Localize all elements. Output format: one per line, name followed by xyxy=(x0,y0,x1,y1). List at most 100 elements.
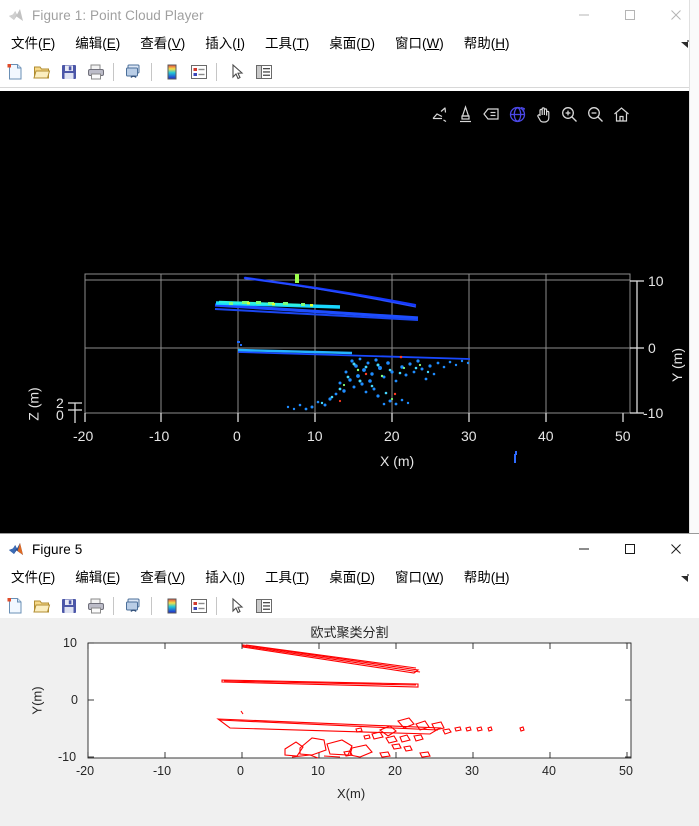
x-tick-label: 40 xyxy=(538,428,554,444)
x-tick-label: 10 xyxy=(311,764,325,778)
open-folder-icon[interactable] xyxy=(30,60,54,84)
data-tip-icon[interactable] xyxy=(479,103,503,125)
figure5-window-controls[interactable] xyxy=(561,534,699,564)
menu-file[interactable]: 文件(F) xyxy=(2,571,64,585)
euclidean-cluster-axes[interactable]: 欧式聚类分割 10 0 -10 Y(m) -20 -10 0 10 20 30 … xyxy=(0,618,699,826)
x-tick-label: 20 xyxy=(384,428,400,444)
menu-edit[interactable]: 编辑(E) xyxy=(66,37,129,51)
figure1-minimize-button[interactable] xyxy=(561,0,607,30)
y-axis-label: Y(m) xyxy=(29,686,45,715)
menu-help[interactable]: 帮助(H) xyxy=(455,571,519,585)
x-tick-label: 50 xyxy=(619,764,633,778)
pan-hand-icon[interactable] xyxy=(531,103,555,125)
rotate-3d-icon[interactable] xyxy=(505,103,529,125)
figure1-toolbar[interactable] xyxy=(0,57,699,88)
x-tick-label: -20 xyxy=(76,764,95,778)
menu-insert[interactable]: 插入(I) xyxy=(196,37,254,51)
toolbar-separator xyxy=(151,597,152,615)
zoom-out-icon[interactable] xyxy=(583,103,607,125)
z-axis-label: Z (m) xyxy=(25,387,42,421)
menu-file[interactable]: 文件(F) xyxy=(2,37,64,51)
menu-help[interactable]: 帮助(H) xyxy=(455,37,519,51)
menubar-overflow-icon[interactable] xyxy=(679,572,691,584)
y-tick-label: 0 xyxy=(71,693,78,707)
x-tick-label: 10 xyxy=(307,428,323,444)
menu-insert[interactable]: 插入(I) xyxy=(196,571,254,585)
z-tick-label: 0 xyxy=(56,407,64,423)
figure5-title: Figure 5 xyxy=(32,541,83,557)
menu-desktop[interactable]: 桌面(D) xyxy=(320,37,384,51)
printer-icon[interactable] xyxy=(84,594,108,618)
x-tick-label: 0 xyxy=(237,764,244,778)
x-axis-label: X(m) xyxy=(337,786,366,801)
background-window-sliver xyxy=(689,0,699,533)
toolbar-separator xyxy=(216,63,217,81)
y-tick-label: 0 xyxy=(648,340,656,356)
figure5-titlebar[interactable]: Figure 5 xyxy=(0,534,699,564)
y-tick-label: -10 xyxy=(58,750,77,764)
export-icon[interactable] xyxy=(427,103,451,125)
menu-edit[interactable]: 编辑(E) xyxy=(66,571,129,585)
figure1-menubar[interactable]: 文件(F) 编辑(E) 查看(V) 插入(I) 工具(T) 桌面(D) 窗口(W… xyxy=(0,30,699,57)
new-document-icon[interactable] xyxy=(3,594,27,618)
printer-icon[interactable] xyxy=(84,60,108,84)
arrow-pointer-icon[interactable] xyxy=(225,60,249,84)
plot-browser-icon[interactable] xyxy=(252,60,276,84)
link-plot-icon[interactable] xyxy=(122,594,146,618)
matlab-icon xyxy=(8,541,24,557)
axes-interaction-toolbar[interactable] xyxy=(427,103,633,125)
y-axis-label: Y (m) xyxy=(668,348,685,382)
figure1-maximize-button[interactable] xyxy=(607,0,653,30)
new-document-icon[interactable] xyxy=(3,60,27,84)
plot-browser-icon[interactable] xyxy=(252,594,276,618)
point-cloud-svg xyxy=(68,273,644,463)
figure1-window-controls[interactable] xyxy=(561,0,699,30)
figure5-maximize-button[interactable] xyxy=(607,534,653,564)
colorbar-icon[interactable] xyxy=(160,60,184,84)
x-tick-label: -20 xyxy=(73,428,94,444)
menu-window[interactable]: 窗口(W) xyxy=(386,37,453,51)
toolbar-separator xyxy=(113,63,114,81)
legend-icon[interactable] xyxy=(187,60,211,84)
figure1-title: Figure 1: Point Cloud Player xyxy=(32,7,204,23)
toolbar-separator xyxy=(151,63,152,81)
x-tick-label: -10 xyxy=(149,428,170,444)
link-plot-icon[interactable] xyxy=(122,60,146,84)
x-tick-label: 0 xyxy=(233,428,241,444)
x-axis-label: X (m) xyxy=(380,453,415,469)
menu-tools[interactable]: 工具(T) xyxy=(256,37,318,51)
x-tick-label: 30 xyxy=(461,428,477,444)
arrow-pointer-icon[interactable] xyxy=(225,594,249,618)
brush-icon[interactable] xyxy=(453,103,477,125)
figure1-titlebar[interactable]: Figure 1: Point Cloud Player xyxy=(0,0,699,30)
zoom-in-icon[interactable] xyxy=(557,103,581,125)
x-tick-label: 40 xyxy=(542,764,556,778)
toolbar-separator xyxy=(113,597,114,615)
figure1-window[interactable]: Figure 1: Point Cloud Player 文件(F) 编辑(E)… xyxy=(0,0,699,533)
x-tick-label: 30 xyxy=(465,764,479,778)
x-tick-label: -10 xyxy=(153,764,172,778)
y-tick-label: -10 xyxy=(643,405,664,421)
figure5-menubar[interactable]: 文件(F) 编辑(E) 查看(V) 插入(I) 工具(T) 桌面(D) 窗口(W… xyxy=(0,564,699,591)
menu-desktop[interactable]: 桌面(D) xyxy=(320,571,384,585)
figure5-close-button[interactable] xyxy=(653,534,699,564)
menu-view[interactable]: 查看(V) xyxy=(131,571,194,585)
figure5-minimize-button[interactable] xyxy=(561,534,607,564)
y-tick-label: 10 xyxy=(648,273,664,289)
menu-view[interactable]: 查看(V) xyxy=(131,37,194,51)
y-tick-label: 10 xyxy=(63,636,77,650)
matlab-icon xyxy=(8,7,24,23)
legend-icon[interactable] xyxy=(187,594,211,618)
menu-window[interactable]: 窗口(W) xyxy=(386,571,453,585)
colorbar-icon[interactable] xyxy=(160,594,184,618)
x-tick-label: 20 xyxy=(388,764,402,778)
point-cloud-axes[interactable]: -20 -10 0 10 20 30 40 50 X (m) 10 0 -10 … xyxy=(0,91,699,533)
open-folder-icon[interactable] xyxy=(30,594,54,618)
menu-tools[interactable]: 工具(T) xyxy=(256,571,318,585)
toolbar-separator xyxy=(216,597,217,615)
home-icon[interactable] xyxy=(609,103,633,125)
save-disk-icon[interactable] xyxy=(57,60,81,84)
save-disk-icon[interactable] xyxy=(57,594,81,618)
figure5-window[interactable]: Figure 5 文件(F) 编辑(E) 查看(V) 插入(I) 工具(T) 桌… xyxy=(0,533,699,826)
x-tick-label: 50 xyxy=(615,428,631,444)
